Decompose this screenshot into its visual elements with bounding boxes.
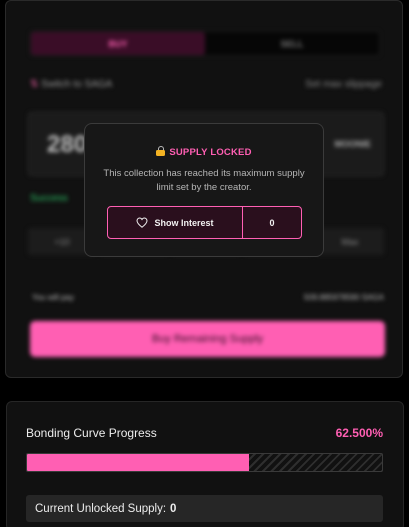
trade-options: Switch to SAGA Set max slippage bbox=[30, 79, 382, 90]
pay-label: You will pay bbox=[32, 293, 74, 302]
max-slippage-link[interactable]: Set max slippage bbox=[305, 79, 382, 90]
bonding-curve-panel: Bonding Curve Progress 62.500% Current U… bbox=[6, 401, 404, 527]
pay-summary: You will pay 509.885978590 SAGA bbox=[32, 293, 384, 302]
bonding-curve-header: Bonding Curve Progress 62.500% bbox=[26, 426, 383, 440]
supply-locked-modal: SUPPLY LOCKED This collection has reache… bbox=[84, 123, 324, 257]
switch-currency-link[interactable]: Switch to SAGA bbox=[30, 79, 112, 90]
modal-title-text: SUPPLY LOCKED bbox=[169, 147, 252, 158]
quick-amount-max-button[interactable]: Max bbox=[316, 228, 384, 255]
show-interest-button[interactable]: Show Interest bbox=[108, 207, 242, 238]
show-interest-label: Show Interest bbox=[154, 217, 214, 228]
show-interest-group: Show Interest 0 bbox=[107, 206, 302, 239]
success-message: Success bbox=[30, 193, 68, 204]
bonding-curve-percent: 62.500% bbox=[335, 426, 383, 440]
interest-count: 0 bbox=[242, 207, 301, 238]
lock-icon bbox=[156, 146, 166, 156]
trade-tabs: BUY SELL bbox=[30, 31, 380, 56]
heart-icon bbox=[136, 217, 148, 228]
tab-sell[interactable]: SELL bbox=[205, 32, 379, 55]
bonding-curve-progress-bar bbox=[26, 453, 383, 472]
unlocked-supply-value: 0 bbox=[170, 502, 177, 515]
progress-bar-fill bbox=[27, 454, 249, 471]
pay-value: 509.885978590 SAGA bbox=[303, 293, 384, 302]
modal-message: This collection has reached its maximum … bbox=[103, 168, 305, 193]
tab-buy[interactable]: BUY bbox=[31, 32, 205, 55]
buy-remaining-supply-button[interactable]: Buy Remaining Supply bbox=[30, 321, 385, 357]
unlocked-supply-label: Current Unlocked Supply: bbox=[35, 502, 167, 515]
modal-title: SUPPLY LOCKED bbox=[85, 146, 323, 158]
amount-unit: MOONIE bbox=[334, 139, 371, 149]
bonding-curve-label: Bonding Curve Progress bbox=[26, 426, 157, 440]
unlocked-supply-box: Current Unlocked Supply: 0 bbox=[26, 495, 383, 522]
